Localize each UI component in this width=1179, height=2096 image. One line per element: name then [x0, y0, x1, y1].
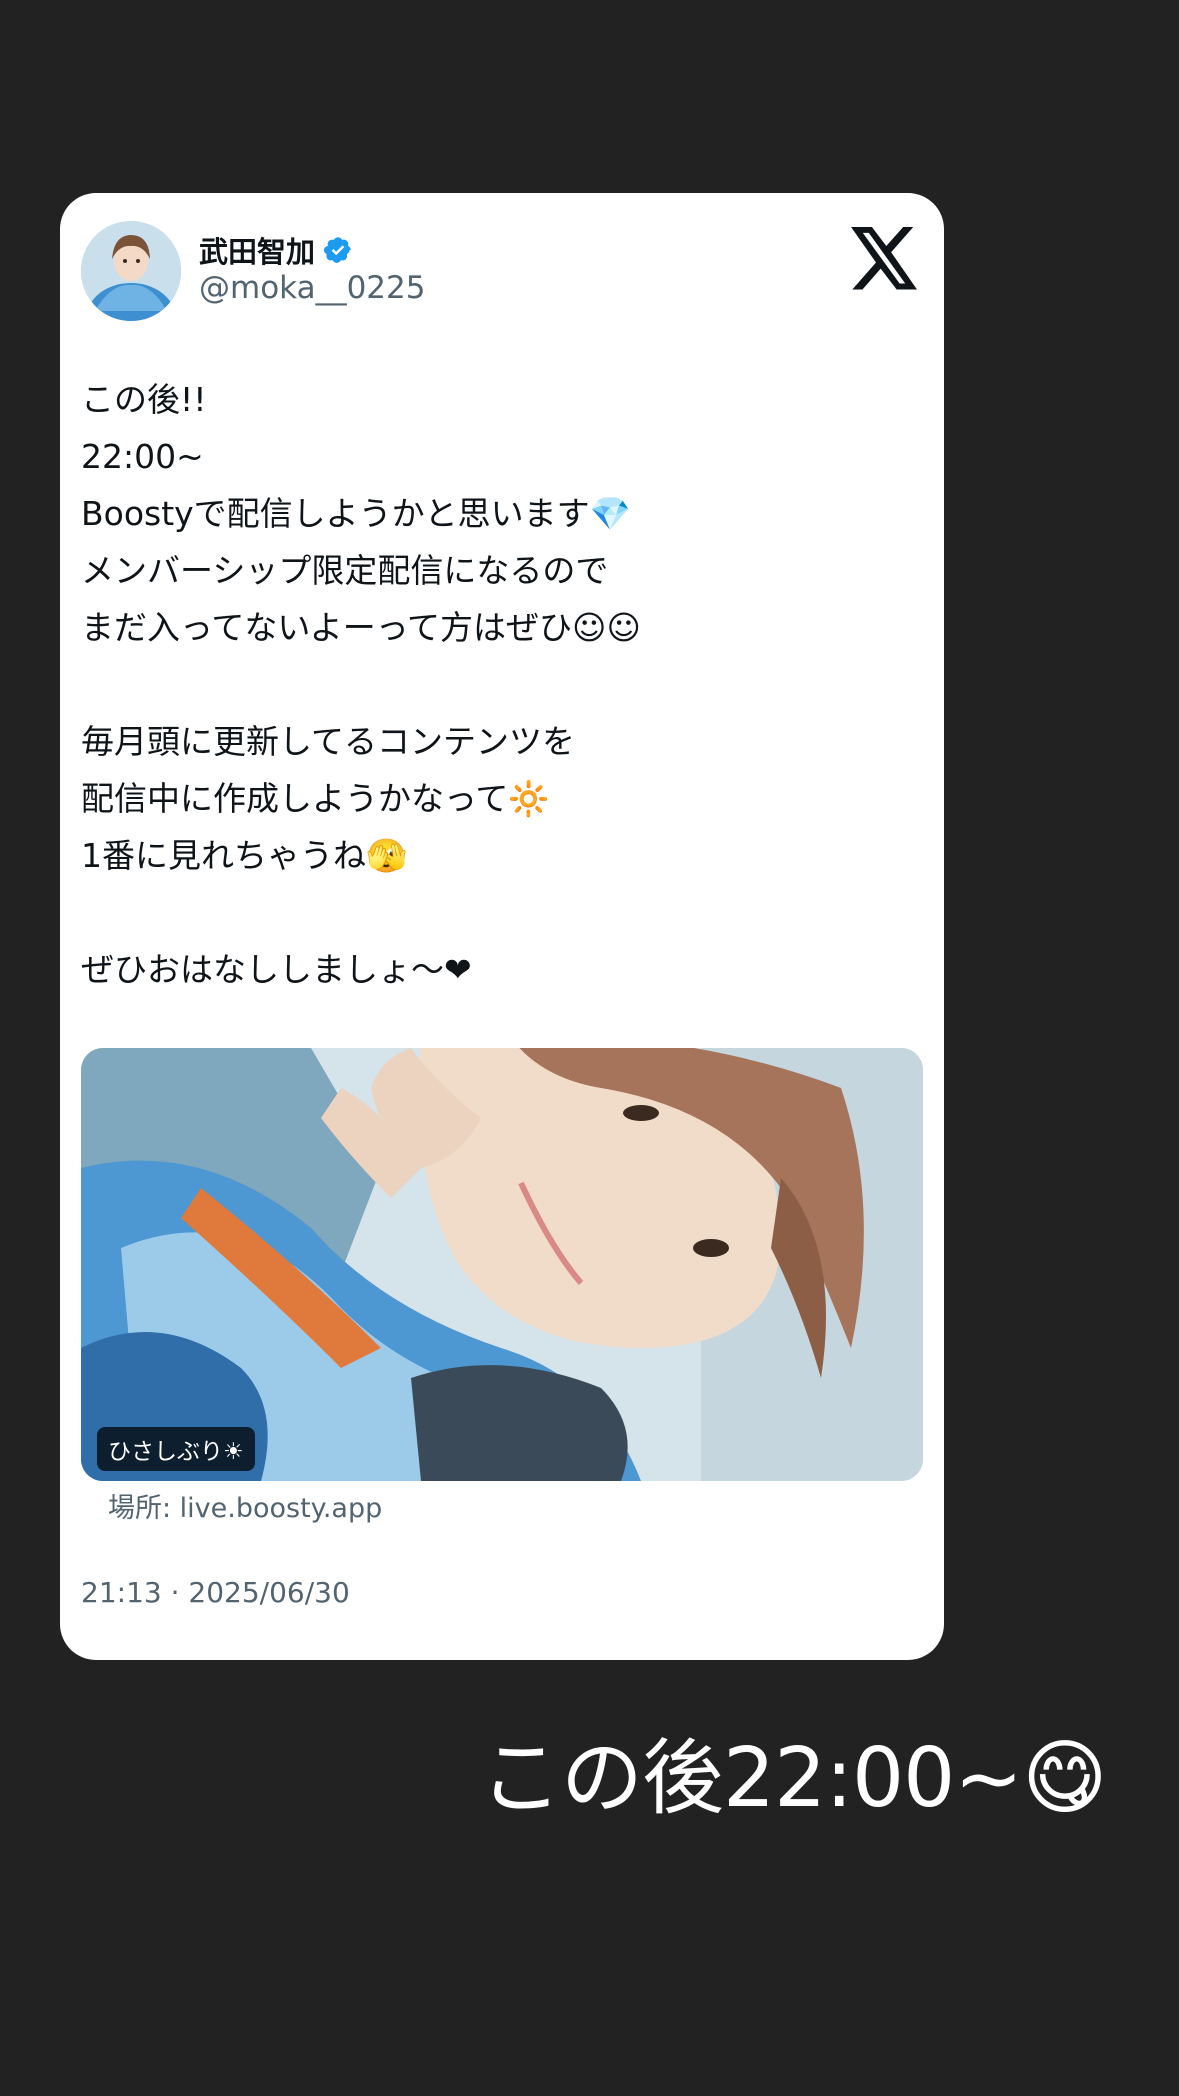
- story-caption: この後22:00~😋: [480, 1731, 1108, 1826]
- tweet-text-line: 1番に見れちゃうね🫣: [81, 836, 408, 875]
- tweet-text-line: [81, 884, 921, 941]
- tweet-text-line: ぜひおはなししましょ〜❤︎: [81, 950, 472, 989]
- tweet-text-line: メンバーシップ限定配信になるので: [81, 551, 609, 590]
- tweet-text: この後!! 22:00~ Boostyで配信しようかと思います💎 メンバーシップ…: [81, 371, 921, 998]
- tweet-timestamp[interactable]: 21:13 · 2025/06/30: [81, 1576, 350, 1609]
- media-badge: ひさしぶり☀︎: [97, 1427, 255, 1471]
- tweet-location[interactable]: 場所: live.boosty.app: [108, 1486, 382, 1525]
- tweet-text-line: まだ入ってないよーって方はぜひ☺︎☺︎: [81, 608, 641, 647]
- tweet-text-line: 配信中に作成しようかなって🔆: [81, 779, 550, 818]
- author-handle[interactable]: @moka__0225: [199, 270, 425, 306]
- tweet-text-line: Boostyで配信しようかと思います💎: [81, 494, 631, 533]
- author-avatar[interactable]: [81, 221, 181, 321]
- tweet-text-line: [81, 656, 921, 713]
- tweet-card[interactable]: 武田智加 @moka__0225 この後!! 22:00~ Boostyで配信し…: [60, 193, 944, 1660]
- tweet-media-image[interactable]: ひさしぶり☀︎: [81, 1048, 923, 1481]
- tweet-text-line: 22:00~: [81, 437, 204, 476]
- tweet-text-line: この後!!: [81, 380, 207, 419]
- tweet-text-line: 毎月頭に更新してるコンテンツを: [81, 722, 576, 761]
- x-logo-icon[interactable]: [849, 227, 921, 291]
- verified-badge-icon: [323, 235, 353, 265]
- author-name[interactable]: 武田智加: [199, 229, 353, 271]
- author-name-text[interactable]: 武田智加: [199, 229, 315, 271]
